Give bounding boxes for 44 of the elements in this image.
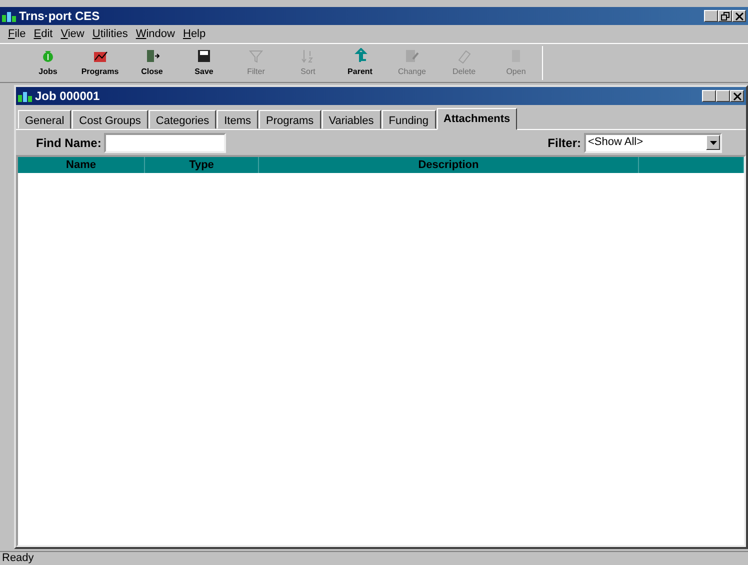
menu-item[interactable]: Utilities <box>88 26 132 42</box>
app-icon <box>2 10 16 22</box>
close-button[interactable] <box>732 10 746 22</box>
jobs-tool-button[interactable]: Jobs <box>22 44 74 82</box>
funnel-icon <box>248 48 264 64</box>
tab[interactable]: Programs <box>259 110 321 129</box>
tab[interactable]: Variables <box>322 110 381 129</box>
menu-item[interactable]: View <box>56 26 88 42</box>
eraser-icon <box>456 48 472 64</box>
tab[interactable]: Cost Groups <box>72 110 148 129</box>
tab[interactable]: Categories <box>148 110 216 129</box>
menu-item[interactable]: Edit <box>30 26 57 42</box>
filter-label: Filter: <box>548 134 581 152</box>
restore-button[interactable] <box>718 10 732 22</box>
maximize-button[interactable] <box>716 90 730 102</box>
status-text: Ready <box>0 551 748 565</box>
app-icon <box>18 90 32 102</box>
menu-item[interactable]: File <box>4 26 30 42</box>
menu-item[interactable]: Window <box>132 26 179 42</box>
close-button[interactable] <box>730 90 744 102</box>
filter-value: <Show All> <box>588 135 644 150</box>
tab[interactable]: General <box>18 110 72 129</box>
minimize-button[interactable] <box>702 90 716 102</box>
find-name-label: Find Name: <box>36 134 102 152</box>
door-icon <box>144 48 160 64</box>
tab[interactable]: Items <box>217 110 258 129</box>
window-title: Trns·port CES <box>19 8 100 25</box>
window-title: Job 000001 <box>35 88 100 105</box>
close-tool-button[interactable]: Close <box>126 44 178 82</box>
programs-tool-button[interactable]: Programs <box>74 44 126 82</box>
column-header[interactable]: Description <box>259 157 639 173</box>
pencil-page-icon <box>404 48 420 64</box>
save-tool-button[interactable]: Save <box>178 44 230 82</box>
tab[interactable]: Attachments <box>436 108 518 130</box>
column-header[interactable]: Type <box>145 157 259 173</box>
tab[interactable]: Funding <box>382 110 436 129</box>
filter-dropdown[interactable]: <Show All> <box>584 132 722 152</box>
money-bag-icon <box>40 48 56 64</box>
find-name-field[interactable] <box>104 132 226 152</box>
column-header[interactable]: Name <box>18 157 145 173</box>
minimize-button[interactable] <box>704 10 718 22</box>
parent-tool-button[interactable]: Parent <box>334 44 386 82</box>
menu-item[interactable]: Help <box>178 26 210 42</box>
sort-icon <box>300 48 316 64</box>
